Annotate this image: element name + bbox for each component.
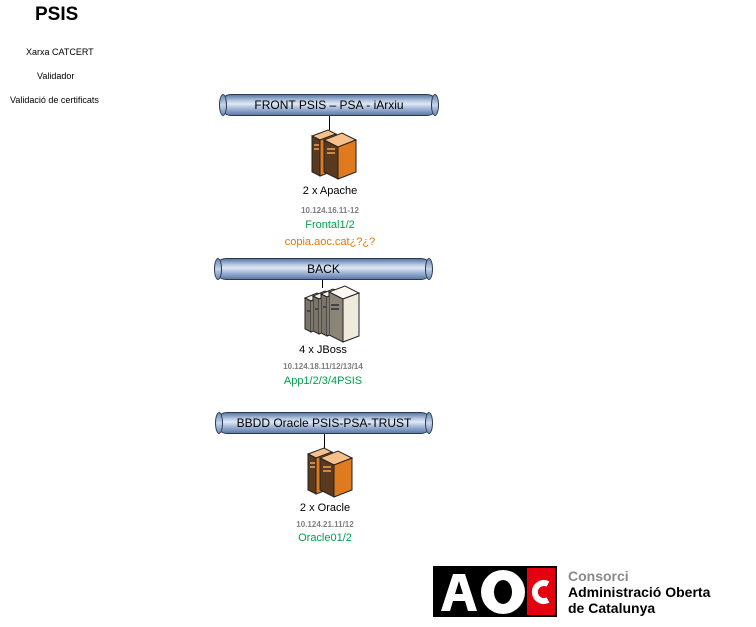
bus-cap-right (425, 412, 433, 434)
server-hostnames: Oracle01/2 (298, 532, 352, 544)
side-label-certificate-validation: Validació de certificats (10, 95, 99, 105)
logo-catalunya-text: de Catalunya (568, 600, 656, 616)
network-bus-back: BACK (214, 258, 433, 280)
server-ip: 10.124.18.11/12/13/14 (283, 362, 363, 371)
server-count-label: 4 x JBoss (299, 344, 347, 356)
side-label-validator: Validador (37, 71, 75, 81)
bus-cap-left (215, 412, 223, 434)
network-bus-database: BBDD Oracle PSIS-PSA-TRUST (215, 412, 433, 434)
server-hostnames: App1/2/3/4PSIS (283, 375, 363, 387)
logo-administration-text: Administració Oberta (568, 584, 711, 600)
server-ip: 10.124.16.11-12 (301, 206, 359, 215)
bus-label-back: BACK (307, 262, 340, 276)
aoc-logo-mark (441, 568, 555, 615)
bus-cap-left (214, 258, 222, 280)
aoc-logo (433, 566, 557, 617)
bus-label-database: BBDD Oracle PSIS-PSA-TRUST (236, 416, 412, 430)
bus-label-front: FRONT PSIS – PSA - iArxiu (254, 98, 404, 112)
network-bus-front: FRONT PSIS – PSA - iArxiu (219, 94, 439, 116)
logo-consortium-text: Consorci (568, 568, 629, 584)
server-pair-icon (306, 447, 354, 498)
server-hostnames: Frontal1/2 (305, 219, 355, 231)
server-quad-icon (303, 285, 361, 343)
bus-cap-left (219, 94, 227, 116)
bus-cap-right (425, 258, 433, 280)
server-alias: copia.aoc.cat¿?¿? (284, 236, 376, 248)
side-label-network: Xarxa CATCERT (26, 47, 94, 57)
server-count-label: 2 x Oracle (299, 502, 351, 514)
server-count-label: 2 x Apache (302, 185, 358, 197)
server-pair-icon (310, 129, 358, 180)
page-title: PSIS (35, 4, 79, 25)
server-ip: 10.124.21.11/12 (296, 520, 354, 529)
bus-cap-right (431, 94, 439, 116)
